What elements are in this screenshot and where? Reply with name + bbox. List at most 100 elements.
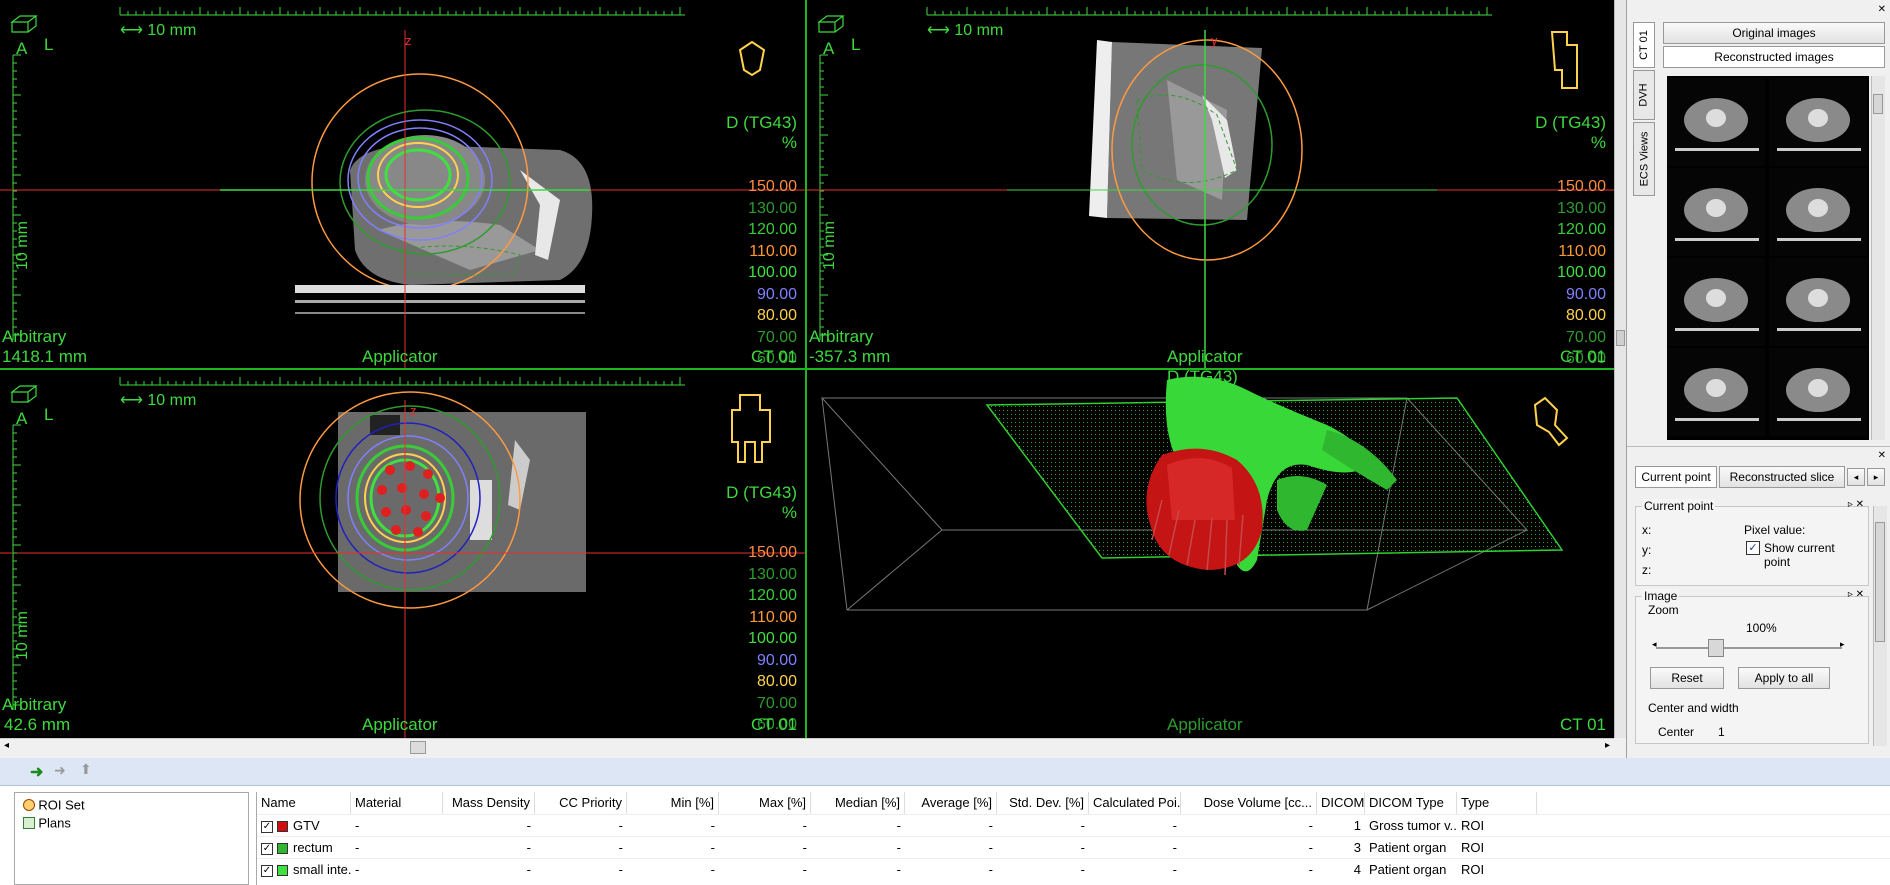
tab-dvh[interactable]: DVH (1633, 70, 1655, 120)
table-cell: 4 (1353, 862, 1361, 877)
dose-title: D (TG43) (726, 113, 797, 132)
show-current-point-label: Show current point (1764, 541, 1835, 569)
slice-mode-label: Arbitrary (809, 327, 874, 346)
slider-left-icon[interactable]: ◂ (1652, 639, 1657, 650)
legend-value: 110.00 (749, 242, 797, 260)
legend-value: 150.00 (1557, 178, 1606, 195)
table-row[interactable]: ✓ rectum - - - - - - - - - - 3 Patient organ ROI (257, 836, 1890, 858)
column-header[interactable]: DICOM # (1317, 792, 1365, 814)
apply-to-all-button[interactable]: Apply to all (1738, 667, 1830, 689)
close-icon[interactable]: ✕ (1878, 450, 1886, 461)
back-arrow-icon[interactable]: ➜ (30, 762, 43, 782)
orientation-l-label: L (44, 405, 54, 424)
tab-ct01[interactable]: CT 01 (1633, 22, 1655, 68)
table-cell: - (1308, 862, 1313, 877)
column-header[interactable]: Material (351, 792, 443, 814)
thumbnail-scrollbar[interactable] (1871, 76, 1885, 440)
up-arrow-icon[interactable]: ⬆ (80, 761, 92, 778)
column-header[interactable]: Average [%] (905, 792, 997, 814)
tab-scroll-left-icon[interactable]: ◂ (1847, 468, 1865, 486)
zoom-slider-thumb[interactable] (1708, 639, 1724, 657)
scroll-thumb[interactable] (1616, 330, 1625, 346)
orientation-a-label: A (16, 409, 28, 428)
table-row[interactable]: ✓small inte...----------4Patient organRO… (257, 858, 1890, 880)
reset-button[interactable]: Reset (1650, 667, 1724, 689)
transverse-view[interactable]: A L ⟷ 10 mm 10 mm z D (TG43) % 150.00 130… (0, 0, 805, 368)
table-row[interactable]: ✓ GTV - - - - - - - - - - 1 Gross tumor v... ROI (257, 814, 1890, 836)
column-header[interactable]: Name (257, 792, 351, 814)
column-header[interactable]: Std. Dev. [%] (997, 792, 1089, 814)
orientation-a-label: A (16, 39, 28, 58)
close-icon[interactable]: ✕ (1878, 4, 1886, 15)
properties-scrollbar[interactable] (1873, 506, 1887, 746)
legend-value: 150.00 (748, 178, 797, 195)
table-cell: - (526, 840, 531, 855)
scale-value: 10 mm (954, 22, 1004, 39)
dose-legend: 150.00 130.00 120.00 110.00 100.00 90.00 80.00… (748, 542, 797, 736)
table-cell: ROI (1461, 840, 1485, 855)
column-header[interactable]: Mass Density (443, 792, 535, 814)
visibility-checkbox[interactable]: ✓ (261, 820, 273, 833)
viewport-vertical-scrollbar[interactable] (1614, 0, 1626, 738)
roi-color-swatch (277, 843, 288, 855)
original-images-button[interactable]: Original images (1663, 22, 1885, 44)
scroll-thumb[interactable] (1875, 522, 1885, 642)
viewport-horizontal-scrollbar[interactable]: ◂ ▸ (0, 738, 1614, 756)
scroll-thumb[interactable] (1873, 94, 1883, 114)
scroll-thumb[interactable] (410, 741, 426, 754)
column-header[interactable]: Dose Volume [cc... (1181, 792, 1317, 814)
tab-reconstructed-slice[interactable]: Reconstructed slice (1719, 466, 1845, 488)
table-cell: - (1172, 840, 1177, 855)
pin-close-icon[interactable]: ▹ ✕ (1848, 499, 1864, 510)
column-header[interactable]: CC Priority (535, 792, 627, 814)
legend-value: 110.00 (1558, 242, 1606, 260)
forward-arrow-icon[interactable]: ➜ (54, 762, 66, 779)
column-header[interactable]: Median [%] (811, 792, 905, 814)
column-header[interactable]: Calculated Poi... (1089, 792, 1181, 814)
dose-unit: % (781, 133, 797, 152)
vertical-scale-label: 10 mm (14, 611, 31, 660)
reconstructed-images-button[interactable]: Reconstructed images (1663, 46, 1885, 68)
3d-view[interactable]: D (TG43) Applicator CT 01 (807, 370, 1614, 738)
slice-mode-label: Arbitrary (2, 327, 67, 346)
scroll-left-icon[interactable]: ◂ (4, 740, 9, 751)
dose-unit: % (781, 503, 797, 522)
axis-label: z (410, 403, 417, 418)
table-cell: - (1080, 818, 1085, 833)
applicator-label: Applicator (1167, 715, 1243, 734)
show-current-point-checkbox[interactable]: ✓ (1746, 541, 1760, 555)
orientation-a-label: A (823, 39, 835, 58)
coronal-view[interactable]: A L ⟷ 10 mm 10 mm z D (TG43) % 150.00 130… (0, 370, 805, 738)
scroll-right-icon[interactable]: ▸ (1605, 740, 1610, 751)
column-header[interactable]: Min [%] (627, 792, 719, 814)
tab-current-point[interactable]: Current point (1635, 466, 1717, 488)
legend-value: 120.00 (748, 221, 797, 238)
tree-item-roi-set[interactable]: ROI Set (23, 797, 85, 815)
tab-scroll-right-icon[interactable]: ▸ (1867, 468, 1885, 486)
group-title: Current point (1642, 499, 1716, 513)
column-header[interactable]: DICOM Type (1365, 792, 1457, 814)
pin-close-icon[interactable]: ▹ ✕ (1848, 589, 1864, 600)
tree-item-plans[interactable]: Plans (23, 815, 71, 833)
applicator-label: Applicator (362, 347, 438, 366)
table-cell: - (802, 862, 807, 877)
transverse-image (0, 7, 805, 368)
thumbnail-grid[interactable] (1667, 76, 1869, 440)
legend-value: 80.00 (756, 307, 797, 324)
table-cell: - (896, 840, 901, 855)
column-header[interactable]: Max [%] (719, 792, 811, 814)
scale-label: ⟷ 10 mm (927, 22, 1004, 39)
column-header[interactable]: Type (1457, 792, 1537, 814)
visibility-checkbox[interactable]: ✓ (261, 864, 273, 877)
slider-right-icon[interactable]: ▸ (1840, 639, 1845, 650)
tab-ecs-views[interactable]: ECS Views (1633, 122, 1655, 196)
table-cell: - (1080, 840, 1085, 855)
table-cell: - (802, 840, 807, 855)
vertical-scale-label: 10 mm (14, 221, 31, 270)
visibility-checkbox[interactable]: ✓ (261, 842, 273, 855)
plans-icon (23, 816, 35, 829)
zoom-slider-track[interactable] (1656, 647, 1842, 649)
applicator-label: Applicator (362, 715, 438, 734)
y-label: y: (1642, 543, 1652, 557)
sagittal-view[interactable]: A L ⟷ 10 mm 10 mm y D (TG43) % 150.00 130… (807, 0, 1614, 368)
